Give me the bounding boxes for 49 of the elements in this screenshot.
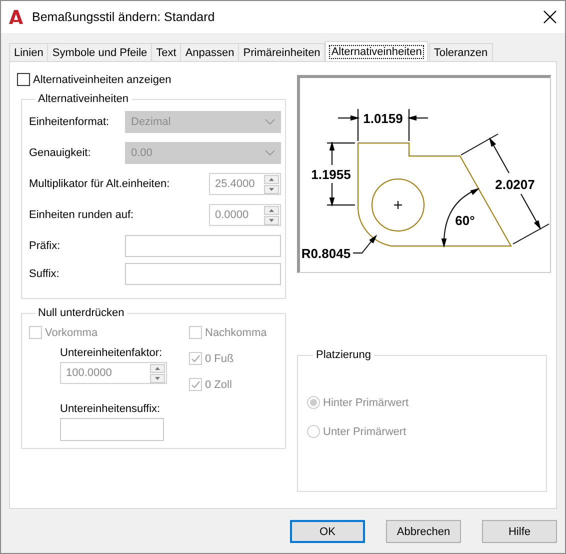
checkbox-label: Nachkomma bbox=[205, 326, 267, 338]
tab[interactable]: Anpassen bbox=[180, 43, 240, 61]
tab[interactable]: Symbole und Pfeile bbox=[47, 43, 152, 61]
dialog-button[interactable]: Abbrechen bbox=[386, 520, 461, 543]
field-label: Multiplikator für Alt.einheiten: bbox=[29, 178, 170, 190]
field-label: Einheiten runden auf: bbox=[29, 209, 134, 221]
checkbox-label: 0 Zoll bbox=[205, 378, 232, 390]
dialog-button[interactable]: OK bbox=[290, 520, 365, 543]
triangle-down-icon bbox=[155, 376, 160, 380]
spin-up-button[interactable] bbox=[150, 364, 165, 372]
input-field[interactable] bbox=[125, 263, 281, 285]
field-label: Suffix: bbox=[29, 268, 60, 280]
field-label: Präfix: bbox=[29, 240, 60, 252]
window-title: Bemaßungsstil ändern: Standard bbox=[32, 10, 216, 24]
field-label: Einheitenformat: bbox=[29, 116, 110, 128]
input-field[interactable] bbox=[60, 418, 164, 441]
radio-label: Unter Primärwert bbox=[323, 426, 406, 438]
tab[interactable]: Toleranzen bbox=[428, 43, 493, 61]
chevron-icon bbox=[265, 150, 275, 156]
checkbox-label: Alternativeinheiten anzeigen bbox=[33, 74, 172, 86]
tab[interactable]: Linien bbox=[9, 43, 48, 61]
dimension-label: 2.0207 bbox=[495, 177, 535, 192]
dimension-label: 1.0159 bbox=[363, 111, 403, 126]
dimension-label: R0.8045 bbox=[301, 246, 351, 261]
dialog-button[interactable]: Hilfe bbox=[482, 520, 557, 543]
group-title: Platzierung bbox=[315, 349, 372, 361]
dimension-label: 1.1955 bbox=[311, 167, 351, 182]
tab[interactable]: Alternativeinheiten bbox=[325, 41, 428, 61]
triangle-down-icon bbox=[269, 218, 274, 222]
field-label: Untereinheitensuffix: bbox=[60, 403, 162, 415]
checkbox-label: Vorkomma bbox=[45, 326, 98, 338]
field-label: Untereinheitenfaktor: bbox=[60, 347, 164, 359]
triangle-up-icon bbox=[269, 208, 274, 212]
radio-label: Hinter Primärwert bbox=[323, 396, 409, 408]
spin-down-button[interactable] bbox=[150, 374, 165, 382]
checkbox[interactable] bbox=[17, 73, 30, 86]
field-label: Genauigkeit: bbox=[29, 147, 91, 159]
app-logo-icon bbox=[8, 9, 24, 25]
tab[interactable]: Primäreinheiten bbox=[238, 43, 326, 61]
group-title: Alternativeinheiten bbox=[37, 93, 130, 105]
input-field[interactable] bbox=[125, 235, 281, 257]
triangle-up-icon bbox=[155, 366, 160, 370]
group-title: Null unterdrücken bbox=[37, 307, 126, 319]
triangle-down-icon bbox=[269, 188, 274, 190]
triangle-up-icon bbox=[269, 178, 274, 180]
dimension-label: 60° bbox=[455, 213, 475, 228]
checkbox-label: 0 Fuß bbox=[205, 352, 234, 364]
chevron-icon bbox=[265, 119, 275, 125]
close-icon[interactable] bbox=[543, 10, 557, 24]
